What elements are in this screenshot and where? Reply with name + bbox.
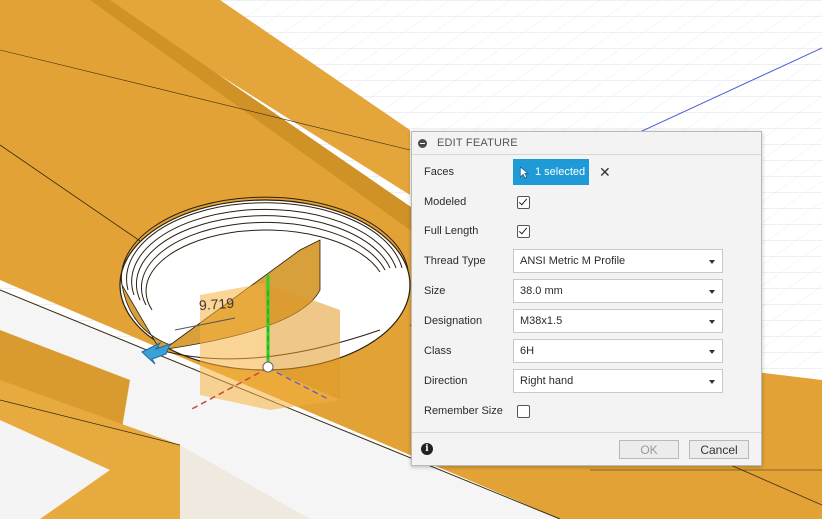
cursor-icon xyxy=(519,165,529,179)
dialog-footer: i OK Cancel xyxy=(412,432,761,466)
size-value: 38.0 mm xyxy=(520,285,563,297)
chevron-down-icon xyxy=(709,290,715,294)
direction-select[interactable]: Right hand xyxy=(513,369,723,393)
chevron-down-icon xyxy=(709,350,715,354)
direction-row: Direction Right hand xyxy=(424,368,723,394)
class-select[interactable]: 6H xyxy=(513,339,723,363)
full-length-row: Full Length xyxy=(424,218,530,244)
thread-type-label: Thread Type xyxy=(424,255,486,267)
designation-label: Designation xyxy=(424,315,483,327)
class-value: 6H xyxy=(520,345,535,357)
modeled-row: Modeled xyxy=(424,189,530,215)
size-select[interactable]: 38.0 mm xyxy=(513,279,723,303)
dialog-title: EDIT FEATURE xyxy=(437,137,518,149)
remember-size-label: Remember Size xyxy=(424,405,503,417)
clear-selection-icon[interactable]: ✕ xyxy=(599,164,611,181)
ok-button[interactable]: OK xyxy=(619,440,679,459)
chevron-down-icon xyxy=(709,380,715,384)
faces-selected-count: 1 selected xyxy=(535,166,586,178)
designation-select[interactable]: M38x1.5 xyxy=(513,309,723,333)
thread-type-select[interactable]: ANSI Metric M Profile xyxy=(513,249,723,273)
faces-row: Faces 1 selected ✕ xyxy=(424,159,611,185)
remember-size-row: Remember Size xyxy=(424,398,530,424)
remember-size-checkbox[interactable] xyxy=(517,404,530,418)
class-row: Class 6H xyxy=(424,338,723,364)
dialog-header[interactable]: EDIT FEATURE xyxy=(412,132,761,155)
full-length-checkbox[interactable] xyxy=(517,224,530,238)
modeled-label: Modeled xyxy=(424,196,467,208)
cancel-button[interactable]: Cancel xyxy=(689,440,749,459)
faces-selection-button[interactable]: 1 selected xyxy=(513,159,589,185)
class-label: Class xyxy=(424,345,452,357)
collapse-icon[interactable] xyxy=(418,138,427,148)
manipulator-origin[interactable] xyxy=(262,361,274,373)
designation-value: M38x1.5 xyxy=(520,315,563,327)
faces-label: Faces xyxy=(424,166,454,178)
direction-value: Right hand xyxy=(520,375,574,387)
designation-row: Designation M38x1.5 xyxy=(424,308,723,334)
thread-type-value: ANSI Metric M Profile xyxy=(520,255,626,267)
chevron-down-icon xyxy=(709,320,715,324)
direction-label: Direction xyxy=(424,375,468,387)
edit-feature-dialog: EDIT FEATURE Faces 1 selected ✕ Modeled … xyxy=(411,131,762,466)
full-length-label: Full Length xyxy=(424,225,479,237)
size-label: Size xyxy=(424,285,446,297)
modeled-checkbox[interactable] xyxy=(517,195,530,209)
dimension-value[interactable]: 9.719 xyxy=(198,295,234,313)
info-icon[interactable]: i xyxy=(421,443,433,455)
chevron-down-icon xyxy=(709,260,715,264)
thread-type-row: Thread Type ANSI Metric M Profile xyxy=(424,248,723,274)
size-row: Size 38.0 mm xyxy=(424,278,723,304)
